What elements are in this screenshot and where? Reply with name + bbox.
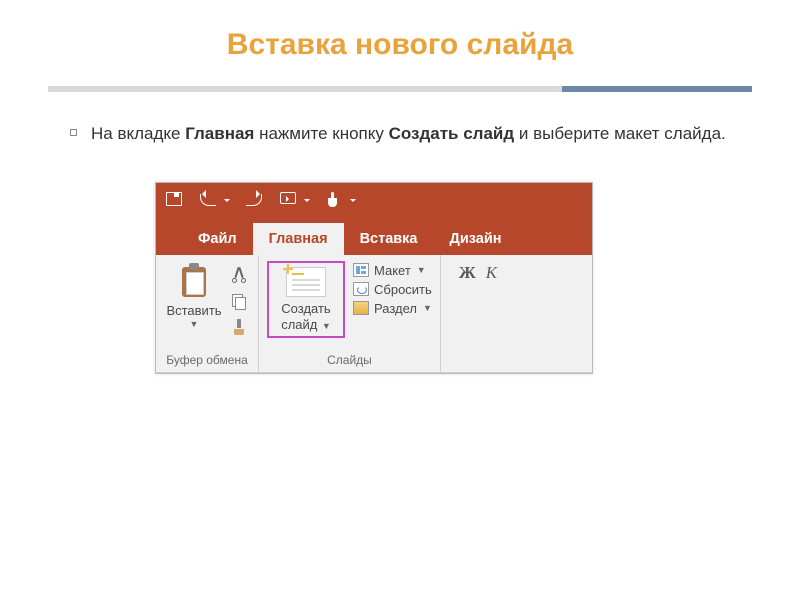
- tab-home[interactable]: Главная: [253, 223, 344, 255]
- layout-dropdown-icon[interactable]: ▼: [417, 265, 426, 275]
- powerpoint-ribbon-screenshot: Файл Главная Вставка Дизайн Вставить ▼: [155, 182, 593, 374]
- paste-button[interactable]: Вставить ▼: [164, 259, 224, 329]
- undo-dropdown-icon[interactable]: [224, 199, 230, 205]
- paste-label: Вставить: [164, 303, 224, 318]
- clipboard-icon: [179, 263, 209, 299]
- quick-access-toolbar: [156, 183, 592, 219]
- group-clipboard-label: Буфер обмена: [164, 350, 250, 372]
- reset-button[interactable]: Сбросить: [353, 282, 432, 297]
- instruction-text: На вкладке Главная нажмите кнопку Создат…: [91, 122, 726, 146]
- save-icon[interactable]: [166, 192, 184, 210]
- paste-dropdown-icon[interactable]: ▼: [164, 319, 224, 329]
- section-button[interactable]: Раздел ▼: [353, 301, 432, 316]
- group-slides: Создать слайд ▼ Макет ▼ Сбросить: [259, 255, 441, 372]
- tab-design[interactable]: Дизайн: [434, 223, 518, 255]
- new-slide-dropdown-icon[interactable]: ▼: [322, 321, 331, 331]
- undo-icon[interactable]: [200, 192, 218, 210]
- brush-icon: [232, 319, 246, 335]
- layout-label: Макет: [374, 263, 411, 278]
- group-clipboard: Вставить ▼ Буфер обмена: [156, 255, 259, 372]
- copy-icon: [232, 294, 246, 308]
- tab-insert[interactable]: Вставка: [344, 223, 434, 255]
- instruction-bullet: На вкладке Главная нажмите кнопку Создат…: [70, 122, 745, 146]
- bold-button[interactable]: Ж: [459, 263, 476, 283]
- format-painter-button[interactable]: [228, 317, 250, 337]
- new-slide-icon: [286, 267, 326, 297]
- group-font-partial: Ж К: [441, 255, 505, 372]
- section-dropdown-icon[interactable]: ▼: [423, 303, 432, 313]
- reset-icon: [353, 282, 369, 296]
- cut-button[interactable]: [228, 265, 250, 285]
- slide-title: Вставка нового слайда: [0, 0, 800, 62]
- group-font-label: [449, 364, 497, 372]
- italic-button[interactable]: К: [486, 263, 497, 283]
- reset-label: Сбросить: [374, 282, 432, 297]
- layout-icon: [353, 263, 369, 277]
- group-slides-label: Слайды: [267, 350, 432, 372]
- section-label: Раздел: [374, 301, 417, 316]
- touch-mode-icon[interactable]: [326, 192, 344, 210]
- scissors-icon: [232, 267, 246, 283]
- qat-customize-dropdown-icon[interactable]: [350, 199, 356, 205]
- present-dropdown-icon[interactable]: [304, 199, 310, 205]
- section-icon: [353, 301, 369, 315]
- tab-file[interactable]: Файл: [182, 223, 253, 255]
- title-divider: [48, 86, 752, 92]
- ribbon-tabs: Файл Главная Вставка Дизайн: [156, 219, 592, 255]
- copy-button[interactable]: [228, 291, 250, 311]
- start-from-beginning-icon[interactable]: [280, 192, 298, 210]
- layout-button[interactable]: Макет ▼: [353, 263, 432, 278]
- redo-icon[interactable]: [246, 192, 264, 210]
- new-slide-label-1: Создать: [269, 301, 343, 316]
- ribbon-body: Вставить ▼ Буфер обмена Создать: [156, 255, 592, 373]
- new-slide-button[interactable]: Создать слайд ▼: [267, 261, 345, 338]
- new-slide-label-2: слайд: [281, 317, 317, 332]
- bullet-marker: [70, 129, 77, 136]
